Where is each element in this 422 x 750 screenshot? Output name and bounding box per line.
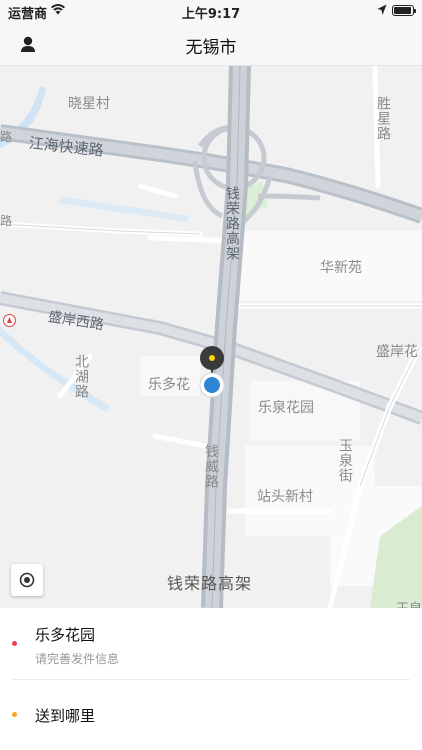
dropoff-title: 送到哪里 — [35, 707, 96, 725]
map-label-qianrong-elevated-bottom: 钱荣路高架 — [167, 574, 253, 593]
pickup-title: 乐多花园 — [35, 626, 96, 644]
map-label-edge-lu: 路 — [0, 130, 13, 144]
pickup-dot — [12, 641, 17, 646]
map-label-zhantou-village: 站头新村 — [257, 489, 313, 505]
map-label-lequan-garden: 乐泉花园 — [258, 400, 314, 416]
page-title: 无锡市 — [185, 38, 237, 58]
map-label-qianwei-road: 钱威路 — [203, 444, 219, 489]
map-label-qianrong-elevated: 钱荣路高架 — [224, 186, 240, 261]
map-label-yuquan-street: 玉泉街 — [337, 438, 353, 483]
map-label-beihu-road: 北湖路 — [73, 354, 89, 399]
locate-button[interactable] — [11, 564, 43, 596]
dropoff-row[interactable]: 送到哪里 — [0, 680, 422, 750]
clock: 上午9:17 — [181, 7, 241, 22]
map-label-shengan-east: 盛岸花 — [376, 344, 418, 360]
dropoff-dot — [12, 712, 17, 717]
map-label-leduo: 乐多花 — [148, 377, 190, 393]
battery-icon — [392, 5, 416, 16]
map-label-shengxing-road: 胜星路 — [375, 96, 391, 141]
address-panel: 乐多花园 请完善发件信息 送到哪里 — [0, 608, 422, 750]
map-label-xiaoxingcun: 晓星村 — [68, 96, 110, 112]
poi-marker-icon — [3, 314, 16, 327]
location-arrow-icon — [377, 4, 387, 15]
pickup-row[interactable]: 乐多花园 请完善发件信息 — [0, 608, 422, 679]
map-label-edge-lu-2: 路 — [0, 214, 13, 228]
status-bar: 运营商 上午9:17 — [0, 0, 422, 22]
pickup-subtitle: 请完善发件信息 — [35, 652, 120, 666]
locate-icon — [19, 572, 35, 588]
map-pin-icon[interactable] — [199, 345, 225, 401]
map-label-corner: 王泉 — [396, 598, 422, 608]
nav-bar: 无锡市 — [0, 22, 422, 66]
map-label-huaxinyuan: 华新苑 — [320, 260, 362, 276]
map-view[interactable]: 晓星村 江海快速路 胜星路 钱荣路高架 华新苑 盛岸西路 盛岸花 北湖路 乐多花… — [0, 66, 422, 608]
